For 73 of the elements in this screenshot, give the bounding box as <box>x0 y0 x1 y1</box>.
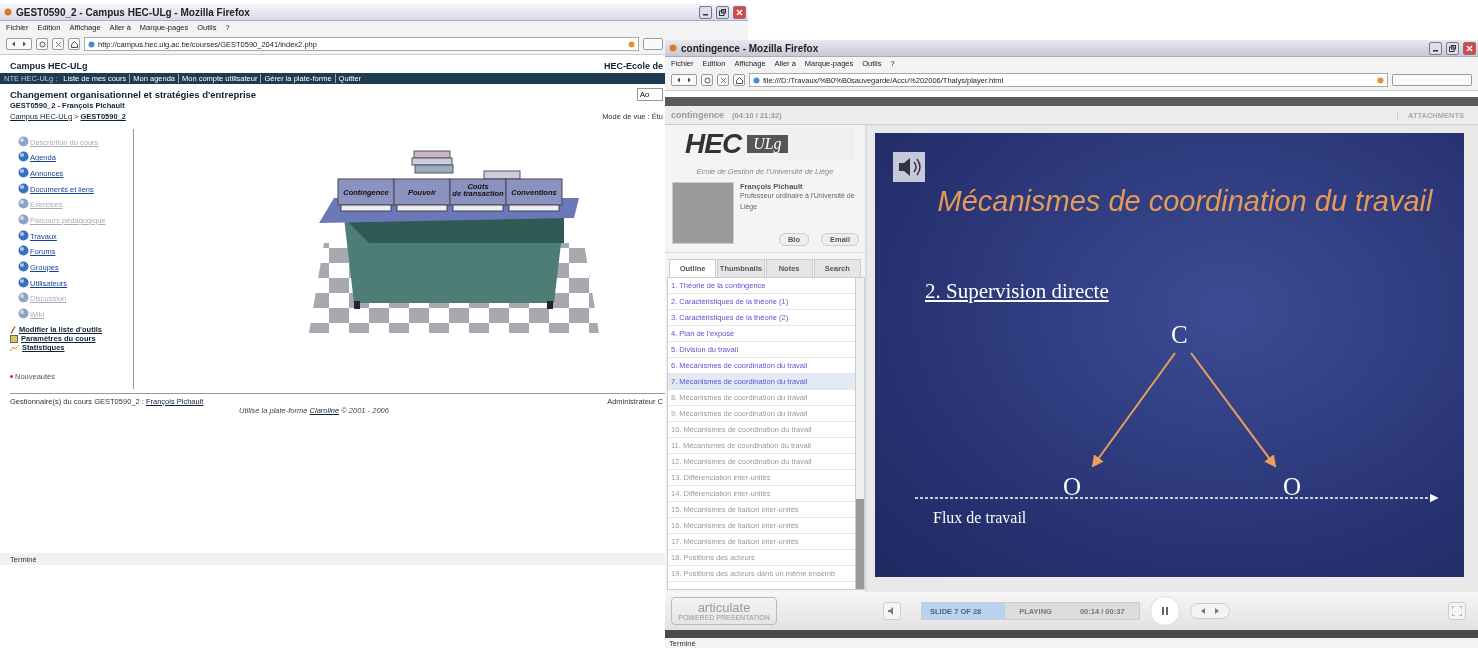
home-icon <box>735 76 743 84</box>
app-icon <box>4 8 12 16</box>
globe-icon <box>88 40 95 48</box>
reload-icon <box>703 76 711 84</box>
home-button[interactable] <box>733 74 745 86</box>
stop-button[interactable] <box>717 74 729 86</box>
maximize-button[interactable] <box>1446 41 1459 55</box>
search-field[interactable] <box>1392 74 1472 86</box>
volume-button[interactable] <box>883 602 901 620</box>
reload-icon <box>38 40 46 48</box>
ball-icon <box>18 276 29 288</box>
presentation-title: contingence <box>671 110 724 120</box>
slide-title: Mécanismes de coordination du travail <box>936 184 1434 219</box>
arrows-icon <box>11 41 27 47</box>
home-icon <box>70 40 78 48</box>
node-label: O <box>1283 474 1302 499</box>
feed-icon <box>628 40 635 48</box>
back-forward-button[interactable] <box>6 38 32 50</box>
ball-icon <box>18 292 29 304</box>
close-icon <box>736 8 743 16</box>
window-title: GEST0590_2 - Campus HEC-ULg - Mozilla Firefox <box>16 6 251 18</box>
ball-icon <box>18 261 29 273</box>
ball-icon <box>18 198 29 210</box>
reload-button[interactable] <box>701 74 713 86</box>
settings-icon <box>10 334 18 343</box>
close-icon <box>1466 44 1473 52</box>
search-field[interactable] <box>643 38 663 50</box>
ball-icon <box>18 151 29 163</box>
ball-icon <box>18 229 29 241</box>
course-title: Changement organisationnel et stratégies d'entreprise <box>10 89 257 100</box>
node-label: O <box>1063 474 1082 499</box>
reload-button[interactable] <box>36 38 48 50</box>
arrows-icon <box>1200 608 1219 614</box>
school-title: HEC-Ecole de <box>604 61 663 71</box>
ball-icon <box>18 308 29 320</box>
pause-button[interactable] <box>1149 596 1180 626</box>
window-title: contingence - Mozilla Firefox <box>681 42 820 54</box>
restore-icon <box>1449 44 1456 52</box>
pencil-icon <box>10 325 16 334</box>
logo-badge: ULg <box>747 135 788 153</box>
globe-icon <box>753 76 760 84</box>
stop-icon <box>54 40 62 48</box>
minimize-button[interactable] <box>699 5 712 19</box>
stop-icon <box>719 76 727 84</box>
chart-icon <box>10 344 19 351</box>
ball-icon <box>18 135 29 147</box>
photo-placeholder <box>672 182 734 244</box>
home-button[interactable] <box>68 38 80 50</box>
stop-button[interactable] <box>52 38 64 50</box>
site-title: Campus HEC-ULg <box>10 61 88 71</box>
close-button[interactable] <box>1463 41 1476 55</box>
logo-text: HEC <box>685 128 742 160</box>
slide-subtitle: 2. Supervision directe <box>925 279 1109 304</box>
back-forward-button[interactable] <box>671 74 697 86</box>
pause-icon <box>1161 607 1168 615</box>
close-button[interactable] <box>733 5 746 19</box>
speaker-icon <box>892 151 926 183</box>
brand-name: articulate <box>697 601 751 614</box>
ball-icon <box>18 182 29 194</box>
feed-icon <box>1377 76 1384 84</box>
maximize-button[interactable] <box>716 5 729 19</box>
app-icon <box>669 44 677 52</box>
fullscreen-icon <box>1452 606 1462 616</box>
arrows-icon <box>676 77 692 83</box>
ball-icon <box>18 214 29 226</box>
ball-icon <box>18 245 29 257</box>
scrollbar[interactable] <box>855 278 864 589</box>
prev-next-button[interactable] <box>1189 603 1230 619</box>
minimize-button[interactable] <box>1429 41 1442 55</box>
ball-icon <box>18 167 29 178</box>
flow-label: Flux de travail <box>933 509 1027 527</box>
restore-icon <box>719 8 726 16</box>
node-label: C <box>1171 322 1188 347</box>
